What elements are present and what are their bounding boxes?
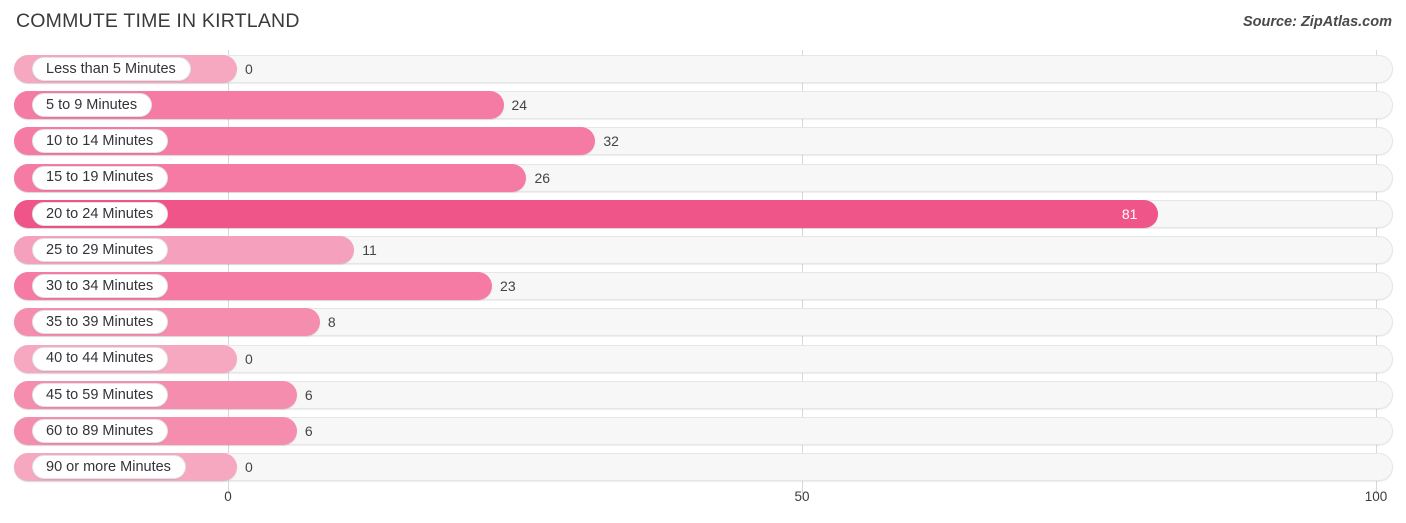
- chart-container: COMMUTE TIME IN KIRTLAND Source: ZipAtla…: [0, 0, 1406, 523]
- bar-row[interactable]: 45 to 59 Minutes 6: [14, 380, 1393, 409]
- axis-tick-label: 100: [1364, 489, 1388, 504]
- bar-value-label: 23: [500, 278, 516, 295]
- category-label: 40 to 44 Minutes: [46, 350, 154, 367]
- category-label-pill: 30 to 34 Minutes: [32, 274, 169, 299]
- bar-row[interactable]: 15 to 19 Minutes 26: [14, 163, 1393, 192]
- category-label: 25 to 29 Minutes: [46, 241, 154, 258]
- category-label-pill: 90 or more Minutes: [32, 455, 186, 480]
- category-label: 5 to 9 Minutes: [46, 96, 138, 113]
- category-label-pill: 25 to 29 Minutes: [32, 238, 169, 262]
- bar-rows: Less than 5 Minutes 0 5 to 9 Minutes 24 10 t…: [0, 50, 1406, 486]
- category-label-pill: 40 to 44 Minutes: [32, 346, 169, 371]
- bar-value-label: 32: [603, 133, 619, 150]
- bar-value-label: 11: [362, 242, 377, 258]
- bar-value-label: 0: [245, 61, 253, 77]
- category-label: 30 to 34 Minutes: [46, 277, 154, 294]
- bar-row[interactable]: 5 to 9 Minutes 24: [14, 91, 1393, 120]
- x-axis: 0 50 100: [0, 486, 1406, 523]
- category-label-pill: 35 to 39 Minutes: [32, 310, 169, 335]
- category-label-pill: 5 to 9 Minutes: [32, 93, 153, 118]
- value-bar[interactable]: [14, 199, 1158, 228]
- category-label-pill: 10 to 14 Minutes: [32, 129, 169, 154]
- category-label-pill: Less than 5 Minutes: [32, 57, 191, 81]
- bar-value-label: 8: [327, 314, 336, 331]
- category-label-pill: 20 to 24 Minutes: [32, 201, 169, 226]
- bar-row[interactable]: 30 to 34 Minutes 23: [14, 272, 1393, 301]
- category-label: 60 to 89 Minutes: [46, 422, 154, 439]
- axis-tick-label: 50: [794, 489, 810, 504]
- bar-value-label: 24: [511, 97, 528, 114]
- bar-row[interactable]: 20 to 24 Minutes 81: [14, 199, 1393, 228]
- bar-value-label: 0: [245, 459, 253, 476]
- plot-area: Less than 5 Minutes 0 5 to 9 Minutes 24 10 t…: [0, 50, 1406, 494]
- category-label: 15 to 19 Minutes: [46, 169, 154, 186]
- axis-tick-label: 0: [224, 489, 232, 504]
- bar-value-label: 6: [304, 423, 313, 439]
- source-attribution: Source: ZipAtlas.com: [1242, 14, 1392, 30]
- bar-value-label: 6: [304, 386, 313, 403]
- bar-value-label: 0: [245, 350, 253, 367]
- category-label: Less than 5 Minutes: [46, 60, 176, 77]
- category-label-pill: 60 to 89 Minutes: [32, 419, 169, 443]
- bar-row[interactable]: 35 to 39 Minutes 8: [14, 308, 1393, 337]
- category-label: 20 to 24 Minutes: [46, 205, 154, 222]
- bar-row[interactable]: 10 to 14 Minutes 32: [14, 127, 1393, 156]
- category-label-pill: 15 to 19 Minutes: [32, 165, 169, 190]
- bar-row[interactable]: 60 to 89 Minutes 6: [14, 417, 1393, 445]
- category-label: 35 to 39 Minutes: [46, 314, 154, 331]
- bar-value-label: 81: [1121, 205, 1138, 222]
- bar-row[interactable]: 25 to 29 Minutes 11: [14, 236, 1393, 264]
- category-label-pill: 45 to 59 Minutes: [32, 382, 169, 407]
- page-title: COMMUTE TIME IN KIRTLAND: [16, 10, 300, 32]
- bar-row[interactable]: 40 to 44 Minutes 0: [14, 344, 1393, 373]
- category-label: 45 to 59 Minutes: [46, 386, 154, 403]
- bar-row[interactable]: 90 or more Minutes 0: [14, 453, 1393, 482]
- bar-value-label: 26: [534, 169, 551, 186]
- category-label: 90 or more Minutes: [46, 458, 171, 475]
- bar-row[interactable]: Less than 5 Minutes 0: [14, 55, 1393, 83]
- category-label: 10 to 14 Minutes: [46, 133, 154, 150]
